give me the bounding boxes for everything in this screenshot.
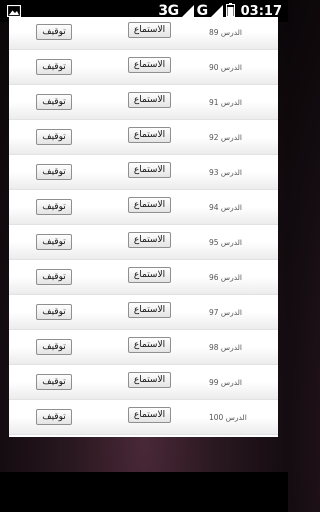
listen-button[interactable]: الاستماع [128, 197, 171, 213]
stop-button[interactable]: توقيف [36, 164, 72, 180]
lesson-title: الدرس 96 [209, 273, 243, 282]
lesson-row: توقيف الاستماع الدرس 100 [9, 400, 278, 435]
lesson-title: الدرس 100 [209, 413, 247, 422]
stop-button[interactable]: توقيف [36, 409, 72, 425]
lesson-row: توقيف الاستماع الدرس 98 [9, 330, 278, 365]
lesson-title: الدرس 92 [209, 133, 243, 142]
listen-button[interactable]: الاستماع [128, 92, 171, 108]
stop-button[interactable]: توقيف [36, 94, 72, 110]
lesson-title: الدرس 94 [209, 203, 243, 212]
lesson-row: توقيف الاستماع الدرس 93 [9, 155, 278, 190]
lesson-title: الدرس 99 [209, 378, 243, 387]
lesson-row: توقيف الاستماع الدرس 92 [9, 120, 278, 155]
stop-button[interactable]: توقيف [36, 339, 72, 355]
lesson-title: الدرس 89 [209, 28, 243, 37]
lesson-row: توقيف الاستماع الدرس 95 [9, 225, 278, 260]
stop-button[interactable]: توقيف [36, 374, 72, 390]
stop-button[interactable]: توقيف [36, 269, 72, 285]
listen-button[interactable]: الاستماع [128, 372, 171, 388]
lesson-row: توقيف الاستماع الدرس 96 [9, 260, 278, 295]
stop-button[interactable]: توقيف [36, 304, 72, 320]
lesson-row: توقيف الاستماع الدرس 91 [9, 85, 278, 120]
lesson-row: توقيف الاستماع الدرس 89 [9, 17, 278, 50]
listen-button[interactable]: الاستماع [128, 162, 171, 178]
lesson-title: الدرس 97 [209, 308, 243, 317]
lesson-title: الدرس 93 [209, 168, 243, 177]
listen-button[interactable]: الاستماع [128, 267, 171, 283]
lesson-row: توقيف الاستماع الدرس 94 [9, 190, 278, 225]
lesson-title: الدرس 95 [209, 238, 243, 247]
lesson-title: الدرس 91 [209, 98, 243, 107]
stop-button[interactable]: توقيف [36, 199, 72, 215]
listen-button[interactable]: الاستماع [128, 302, 171, 318]
stop-button[interactable]: توقيف [36, 24, 72, 40]
lesson-row: توقيف الاستماع الدرس 97 [9, 295, 278, 330]
lesson-title: الدرس 98 [209, 343, 243, 352]
lesson-title: الدرس 90 [209, 63, 243, 72]
lesson-row: توقيف الاستماع الدرس 90 [9, 50, 278, 85]
stop-button[interactable]: توقيف [36, 59, 72, 75]
listen-button[interactable]: الاستماع [128, 57, 171, 73]
stop-button[interactable]: توقيف [36, 129, 72, 145]
listen-button[interactable]: الاستماع [128, 127, 171, 143]
navigation-bar [0, 472, 288, 512]
listen-button[interactable]: الاستماع [128, 337, 171, 353]
stop-button[interactable]: توقيف [36, 234, 72, 250]
listen-button[interactable]: الاستماع [128, 407, 171, 423]
lesson-row: توقيف الاستماع الدرس 99 [9, 365, 278, 400]
lesson-list[interactable]: توقيف الاستماع الدرس 89 توقيف الاستماع ا… [9, 17, 278, 437]
listen-button[interactable]: الاستماع [128, 232, 171, 248]
listen-button[interactable]: الاستماع [128, 22, 171, 38]
